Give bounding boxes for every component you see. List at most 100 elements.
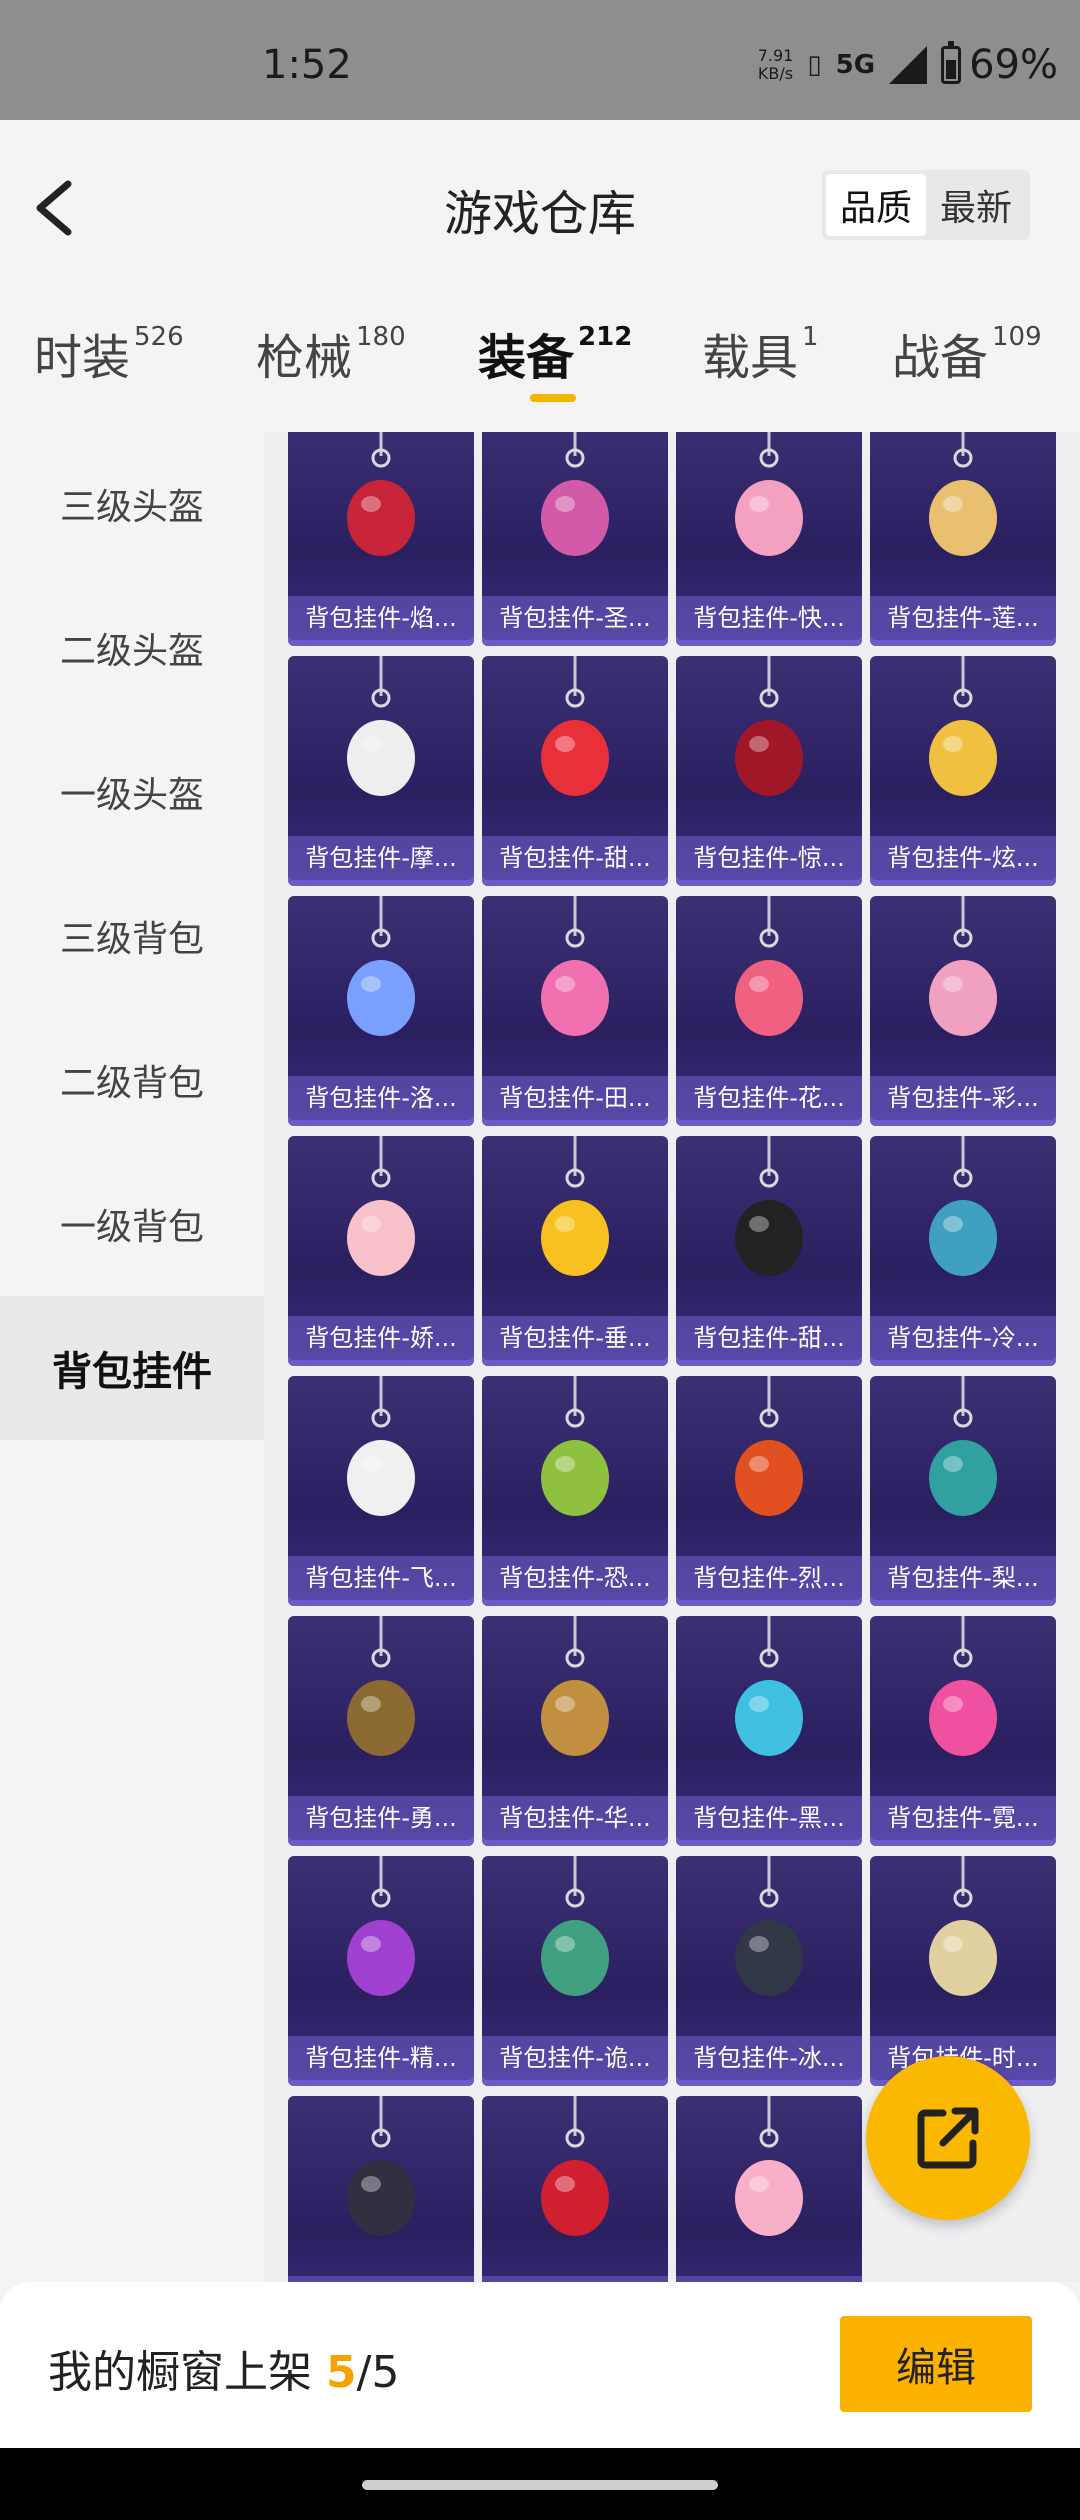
item-label: 背包挂件-焰... xyxy=(305,604,457,632)
hd-icon: ▯ xyxy=(807,50,822,80)
sidebar-item-level1-backpack[interactable]: 一级背包 xyxy=(0,1152,264,1296)
item-card[interactable]: 背包挂件-冷... xyxy=(870,1136,1056,1366)
pink-bow-icon xyxy=(714,2116,824,2250)
tab-label: 装备 xyxy=(478,330,575,386)
showcase-current-count: 5 xyxy=(326,2347,357,2398)
item-card[interactable]: 背包挂件-勇... xyxy=(288,1616,474,1846)
item-card[interactable]: 背包挂件-洛... xyxy=(288,896,474,1126)
network-speed-value: 7.91 xyxy=(757,46,794,65)
item-label: 背包挂件-甜... xyxy=(499,844,651,872)
arcade-machine-icon xyxy=(326,2116,436,2250)
battery-fill xyxy=(946,60,957,79)
lotus-tassel-icon xyxy=(908,436,1018,570)
network-speed: 7.91 KB/s xyxy=(758,47,794,83)
battery-icon xyxy=(941,41,962,84)
network-speed-unit: KB/s xyxy=(757,64,794,83)
item-label: 背包挂件-洛... xyxy=(305,1084,457,1112)
item-label: 背包挂件-飞... xyxy=(305,1564,457,1592)
neon-badge-icon xyxy=(714,1636,824,1770)
tab-combat-gear[interactable]: 战备 109 xyxy=(892,318,1042,428)
item-card[interactable]: 背包挂件-田... xyxy=(482,896,668,1126)
battery: 69% xyxy=(941,41,1058,88)
jade-tassel-icon xyxy=(714,676,824,810)
cat-paw-icon xyxy=(714,1156,824,1290)
item-label: 背包挂件-娇... xyxy=(305,1324,457,1352)
sidebar-item-level2-backpack[interactable]: 二级背包 xyxy=(0,1008,264,1152)
item-card[interactable]: 背包挂件-时... xyxy=(870,1856,1056,2086)
item-card[interactable]: 背包挂件-花... xyxy=(676,896,862,1126)
item-card[interactable]: 背包挂件-惊... xyxy=(676,656,862,886)
share-button[interactable] xyxy=(866,2056,1030,2220)
item-card[interactable]: 背包挂件-梨... xyxy=(870,1376,1056,1606)
tab-vehicles[interactable]: 载具 1 xyxy=(702,318,819,428)
chess-king-icon xyxy=(520,1636,630,1770)
tab-label: 时装 xyxy=(34,330,131,386)
item-card[interactable]: 背包挂件-春... xyxy=(676,2096,862,2282)
status-icons: 7.91 KB/s ▯ 5G 69% xyxy=(758,41,1058,88)
tab-label: 枪械 xyxy=(256,330,353,386)
item-card[interactable]: 背包挂件-霓... xyxy=(870,1616,1056,1846)
item-card[interactable]: 背包挂件-彩... xyxy=(870,896,1056,1126)
item-card[interactable]: 背包挂件-拳... xyxy=(288,2096,474,2282)
flower-strap-icon xyxy=(908,916,1018,1050)
sidebar-item-level3-helmet[interactable]: 三级头盔 xyxy=(0,432,264,576)
item-card[interactable]: 背包挂件-甜... xyxy=(676,1136,862,1366)
item-card[interactable]: 背包挂件-飞... xyxy=(288,1376,474,1606)
item-card[interactable]: 背包挂件-华... xyxy=(482,1616,668,1846)
item-label: 背包挂件-惊... xyxy=(693,844,845,872)
tab-firearms[interactable]: 枪械 180 xyxy=(256,318,406,428)
item-label: 背包挂件-圣... xyxy=(499,604,651,632)
item-label: 背包挂件-冰... xyxy=(693,2044,845,2072)
potion-bottle-icon xyxy=(326,1876,436,2010)
item-card[interactable]: 背包挂件-炫... xyxy=(870,656,1056,886)
sidebar-item-level3-backpack[interactable]: 三级背包 xyxy=(0,864,264,1008)
item-card[interactable]: 背包挂件-黑... xyxy=(676,1616,862,1846)
item-card[interactable]: 背包挂件-冰... xyxy=(676,1856,862,2086)
tab-fashion[interactable]: 时装 526 xyxy=(34,318,184,428)
item-card[interactable]: 背包挂件-圣... xyxy=(482,2096,668,2282)
ribbon-bow-icon xyxy=(326,916,436,1050)
sort-option-quality[interactable]: 品质 xyxy=(826,174,926,236)
fire-mask-icon xyxy=(714,1396,824,1530)
sidebar-item-level2-helmet[interactable]: 二级头盔 xyxy=(0,576,264,720)
item-card[interactable]: 背包挂件-快... xyxy=(676,432,862,646)
item-card[interactable]: 背包挂件-甜... xyxy=(482,656,668,886)
item-card[interactable]: 背包挂件-焰... xyxy=(288,432,474,646)
pink-donut-icon xyxy=(714,436,824,570)
tab-count: 1 xyxy=(802,322,819,352)
network-type: 5G xyxy=(835,50,876,80)
bottom-bar: 我的橱窗上架 5/5 编辑 xyxy=(0,2282,1080,2448)
home-gesture-handle[interactable] xyxy=(362,2480,718,2490)
item-card[interactable]: 背包挂件-圣... xyxy=(482,432,668,646)
item-card[interactable]: 背包挂件-垂... xyxy=(482,1136,668,1366)
status-bar: 1:52 7.91 KB/s ▯ 5G 69% xyxy=(0,0,1080,120)
tab-count: 109 xyxy=(992,322,1042,352)
item-card[interactable]: 背包挂件-娇... xyxy=(288,1136,474,1366)
item-label: 背包挂件-勇... xyxy=(305,1804,457,1832)
tab-count: 180 xyxy=(356,322,406,352)
tab-count: 212 xyxy=(578,322,633,352)
item-card[interactable]: 背包挂件-莲... xyxy=(870,432,1056,646)
ice-blade-icon xyxy=(908,1156,1018,1290)
item-label: 背包挂件-恐... xyxy=(499,1564,651,1592)
sidebar-item-backpack-charm[interactable]: 背包挂件 xyxy=(0,1296,264,1440)
item-label: 背包挂件-甜... xyxy=(693,1324,845,1352)
photo-card-icon xyxy=(520,916,630,1050)
lollipop-icon xyxy=(520,676,630,810)
item-card[interactable]: 背包挂件-恐... xyxy=(482,1376,668,1606)
item-label: 背包挂件-冷... xyxy=(887,1324,1039,1352)
tab-equipment[interactable]: 装备 212 xyxy=(478,318,632,428)
edit-button[interactable]: 编辑 xyxy=(840,2316,1032,2412)
jewel-ornament-icon xyxy=(908,1396,1018,1530)
omamori-icon xyxy=(714,916,824,1050)
sort-option-newest[interactable]: 最新 xyxy=(926,174,1026,236)
item-card[interactable]: 背包挂件-精... xyxy=(288,1856,474,2086)
item-card[interactable]: 背包挂件-烈... xyxy=(676,1376,862,1606)
item-card[interactable]: 背包挂件-摩... xyxy=(288,656,474,886)
tab-label: 载具 xyxy=(702,330,799,386)
item-card[interactable]: 背包挂件-诡... xyxy=(482,1856,668,2086)
pig-plush-icon xyxy=(326,1156,436,1290)
item-label: 背包挂件-春... xyxy=(676,2278,862,2282)
sidebar-item-level1-helmet[interactable]: 一级头盔 xyxy=(0,720,264,864)
pocket-watch-icon xyxy=(908,1876,1018,2010)
